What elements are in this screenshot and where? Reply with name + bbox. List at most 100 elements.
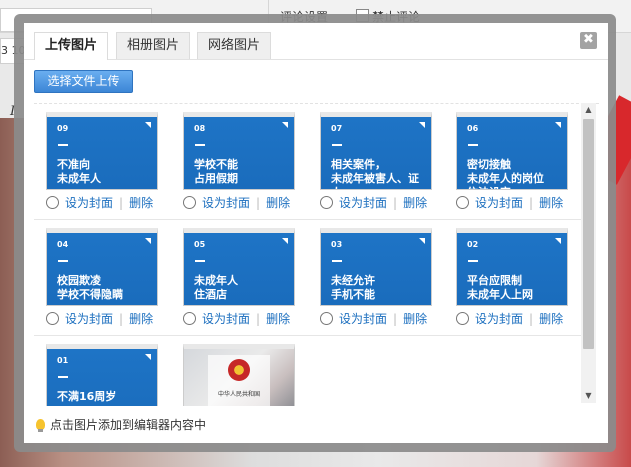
set-cover-link[interactable]: 设为封面 <box>475 312 523 326</box>
action-separator: | <box>529 196 534 210</box>
dash-mark <box>58 144 68 146</box>
scroll-up-icon[interactable]: ▲ <box>581 103 596 117</box>
action-separator: | <box>119 196 124 210</box>
dash-mark <box>58 260 68 262</box>
image-title: 不满16周岁 <box>57 390 117 403</box>
image-number: 08 <box>194 124 206 133</box>
cover-radio[interactable] <box>183 196 196 209</box>
image-thumbnail[interactable]: 中华人民共和国 <box>183 344 295 406</box>
corner-flag-icon <box>419 122 425 128</box>
image-row: 01 不满16周岁 中华人民共和国 <box>34 336 582 406</box>
image-card: 07 相关案件， 未成年被害人、证人设为封面 | 删除 <box>320 112 432 213</box>
image-number: 04 <box>57 240 69 249</box>
dash-mark <box>468 144 478 146</box>
tab-upload-image[interactable]: 上传图片 <box>34 32 109 60</box>
action-separator: | <box>256 312 261 326</box>
image-card: 02 平台应限制 未成年人上网设为封面 | 删除 <box>456 228 568 329</box>
action-separator: | <box>393 312 398 326</box>
scroll-thumb[interactable] <box>583 119 594 349</box>
image-title: 学校不能 占用假期 <box>194 158 238 185</box>
action-separator: | <box>256 196 261 210</box>
action-separator: | <box>119 312 124 326</box>
image-card: 01 不满16周岁 <box>46 344 158 406</box>
image-thumbnail[interactable]: 04 校园欺凌 学校不得隐瞒 <box>46 228 158 306</box>
delete-link[interactable]: 删除 <box>539 196 563 210</box>
cover-radio[interactable] <box>183 312 196 325</box>
lightbulb-icon <box>36 419 45 432</box>
image-card: 09 不准向 未成年人设为封面 | 删除 <box>46 112 158 213</box>
image-thumbnail[interactable]: 09 不准向 未成年人 <box>46 112 158 190</box>
dash-mark <box>58 376 68 378</box>
image-number: 06 <box>467 124 479 133</box>
image-thumbnail[interactable]: 08 学校不能 占用假期 <box>183 112 295 190</box>
image-row: 09 不准向 未成年人设为封面 | 删除 08 学校不能 占用假期设为封面 | 删除 07 相关案… <box>34 104 582 220</box>
set-cover-link[interactable]: 设为封面 <box>202 312 250 326</box>
set-cover-link[interactable]: 设为封面 <box>339 196 387 210</box>
image-card: 04 校园欺凌 学校不得隐瞒设为封面 | 删除 <box>46 228 158 329</box>
dash-mark <box>332 144 342 146</box>
image-thumbnail[interactable]: 01 不满16周岁 <box>46 344 158 406</box>
corner-flag-icon <box>145 122 151 128</box>
image-number: 01 <box>57 356 69 365</box>
image-row: 04 校园欺凌 学校不得隐瞒设为封面 | 删除 05 未成年人 住酒店设为封面 | 删除 03 未… <box>34 220 582 336</box>
set-cover-link[interactable]: 设为封面 <box>475 196 523 210</box>
image-number: 07 <box>331 124 343 133</box>
hint-label: 点击图片添加到编辑器内容中 <box>50 418 207 432</box>
image-title: 平台应限制 未成年人上网 <box>467 274 533 301</box>
image-number: 02 <box>467 240 479 249</box>
set-cover-link[interactable]: 设为封面 <box>339 312 387 326</box>
delete-link[interactable]: 删除 <box>403 312 427 326</box>
image-actions: 设为封面 | 删除 <box>46 193 158 213</box>
image-thumbnail[interactable]: 05 未成年人 住酒店 <box>183 228 295 306</box>
delete-link[interactable]: 删除 <box>266 312 290 326</box>
upload-file-button[interactable]: 选择文件上传 <box>34 70 133 93</box>
photo-caption: 中华人民共和国 <box>217 391 260 398</box>
set-cover-link[interactable]: 设为封面 <box>65 196 113 210</box>
corner-flag-icon <box>282 238 288 244</box>
image-title: 未经允许 手机不能 <box>331 274 375 301</box>
cover-radio[interactable] <box>46 196 59 209</box>
delete-link[interactable]: 删除 <box>403 196 427 210</box>
image-number: 03 <box>331 240 343 249</box>
corner-flag-icon <box>555 122 561 128</box>
delete-link[interactable]: 删除 <box>266 196 290 210</box>
corner-flag-icon <box>145 354 151 360</box>
image-grid: 09 不准向 未成年人设为封面 | 删除 08 学校不能 占用假期设为封面 | 删除 07 相关案… <box>34 103 599 406</box>
cover-radio[interactable] <box>320 312 333 325</box>
image-actions: 设为封面 | 删除 <box>183 309 295 329</box>
corner-flag-icon <box>145 238 151 244</box>
cover-radio[interactable] <box>456 196 469 209</box>
delete-link[interactable]: 删除 <box>129 196 153 210</box>
image-title: 相关案件， 未成年被害人、证人 <box>331 158 419 189</box>
tab-album-image[interactable]: 相册图片 <box>116 32 191 59</box>
set-cover-link[interactable]: 设为封面 <box>202 196 250 210</box>
delete-link[interactable]: 删除 <box>129 312 153 326</box>
image-number: 05 <box>194 240 206 249</box>
cover-radio[interactable] <box>320 196 333 209</box>
action-separator: | <box>529 312 534 326</box>
scroll-down-icon[interactable]: ▼ <box>581 389 596 403</box>
image-thumbnail[interactable]: 06 密切接触 未成年人的岗位 依法设定 <box>456 112 568 190</box>
image-thumbnail[interactable]: 02 平台应限制 未成年人上网 <box>456 228 568 306</box>
dash-mark <box>468 260 478 262</box>
image-title: 未成年人 住酒店 <box>194 274 238 301</box>
grid-scrollbar[interactable]: ▲ ▼ <box>581 103 596 403</box>
image-actions: 设为封面 | 删除 <box>183 193 295 213</box>
set-cover-link[interactable]: 设为封面 <box>65 312 113 326</box>
image-card: 03 未经允许 手机不能设为封面 | 删除 <box>320 228 432 329</box>
dialog-tabs: 上传图片 相册图片 网络图片 ✖ <box>24 23 608 60</box>
cover-radio[interactable] <box>456 312 469 325</box>
corner-flag-icon <box>419 238 425 244</box>
image-thumbnail[interactable]: 03 未经允许 手机不能 <box>320 228 432 306</box>
image-actions: 设为封面 | 删除 <box>456 193 568 213</box>
cover-radio[interactable] <box>46 312 59 325</box>
delete-link[interactable]: 删除 <box>539 312 563 326</box>
image-actions: 设为封面 | 删除 <box>320 193 432 213</box>
tab-web-image[interactable]: 网络图片 <box>197 32 272 59</box>
dash-mark <box>195 260 205 262</box>
action-separator: | <box>393 196 398 210</box>
image-thumbnail[interactable]: 07 相关案件， 未成年被害人、证人 <box>320 112 432 190</box>
image-actions: 设为封面 | 删除 <box>46 309 158 329</box>
image-number: 09 <box>57 124 69 133</box>
close-icon[interactable]: ✖ <box>580 32 597 49</box>
